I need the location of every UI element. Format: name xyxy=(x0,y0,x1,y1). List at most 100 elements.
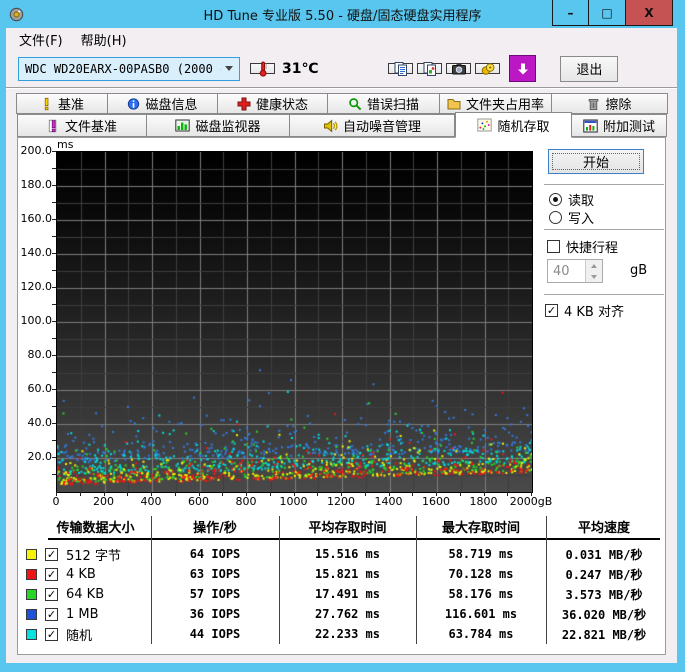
spinner-down-button[interactable] xyxy=(586,271,602,282)
thermometer-icon xyxy=(259,61,267,77)
series-checkbox[interactable]: ✓ xyxy=(45,587,58,601)
results-table-header: 传输数据大小 操作/秒 平均存取时间 最大存取时间 平均速度 xyxy=(24,514,666,538)
capacity-spinner[interactable]: 40 xyxy=(547,259,603,283)
y-axis-tick-label: 20.0 xyxy=(27,450,53,463)
max-access-cell: 70.128 ms xyxy=(448,567,514,581)
tab-label: 自动噪音管理 xyxy=(342,120,421,135)
x-axis-tick xyxy=(293,492,295,496)
menu-help[interactable]: 帮助(H) xyxy=(74,28,134,51)
short-stroke-checkbox[interactable] xyxy=(547,240,560,253)
column-header: 操作/秒 xyxy=(193,520,237,536)
x-axis-tick-label: 1200 xyxy=(327,495,355,508)
y-axis-tick-label: 160.0 xyxy=(20,212,53,225)
minimize-button[interactable]: – xyxy=(552,0,589,26)
header-underline xyxy=(48,538,660,540)
series-checkbox[interactable]: ✓ xyxy=(45,567,58,581)
avg-access-cell: 22.233 ms xyxy=(314,627,381,641)
close-button[interactable]: X xyxy=(626,0,673,26)
tab-label: 磁盘监视器 xyxy=(195,120,261,135)
error-scan-icon xyxy=(348,97,362,111)
drive-select[interactable]: WDC WD20EARX-00PASB0 (2000 gB) xyxy=(18,56,240,81)
results-table: 传输数据大小 操作/秒 平均存取时间 最大存取时间 平均速度 ✓ 512 字节 … xyxy=(24,514,666,644)
update-button[interactable] xyxy=(509,55,537,82)
tab-label: 随机存取 xyxy=(497,119,550,135)
random-access-icon xyxy=(477,118,493,132)
maximize-button[interactable]: □ xyxy=(589,0,626,26)
y-axis-tick-label: 180.0 xyxy=(20,178,53,191)
copy-image-icon xyxy=(423,61,436,76)
align-4kb-checkbox[interactable]: ✓ xyxy=(545,304,558,317)
x-axis-tick xyxy=(507,492,509,496)
spinner-up-button[interactable] xyxy=(586,260,602,271)
toolbar-buttons xyxy=(388,61,501,76)
chevron-down-icon xyxy=(225,66,233,71)
exit-button[interactable]: 退出 xyxy=(560,55,619,82)
max-access-cell: 58.176 ms xyxy=(448,587,514,601)
menu-file[interactable]: 文件(F) xyxy=(12,28,70,51)
tab-benchmark[interactable]: 基准 xyxy=(16,93,108,114)
title-bar: HD Tune 专业版 5.50 - 硬盘/固态硬盘实用程序 – □ X xyxy=(0,0,685,28)
x-axis-tick xyxy=(127,492,129,496)
series-checkbox[interactable]: ✓ xyxy=(45,627,58,641)
start-button[interactable]: 开始 xyxy=(548,149,644,174)
toolbar: WDC WD20EARX-00PASB0 (2000 gB) 31℃ 退出 xyxy=(6,50,677,87)
x-axis-tick xyxy=(79,492,81,496)
results-rows: ✓ 512 字节 64 IOPS 15.516 ms 58.719 ms 0.0… xyxy=(24,544,666,644)
iops-cell: 57 IOPS xyxy=(189,587,241,601)
tab-file-benchmark[interactable]: 文件基准 xyxy=(17,114,147,137)
tab-folder-usage[interactable]: 文件夹占用率 xyxy=(440,93,552,114)
tab-disk-monitor[interactable]: 磁盘监视器 xyxy=(147,114,290,137)
iops-cell: 36 IOPS xyxy=(189,607,241,621)
y-axis-tick xyxy=(52,185,56,186)
x-axis-tick xyxy=(222,492,224,496)
read-radio-label: 读取 xyxy=(568,194,595,209)
x-axis-tick xyxy=(364,492,366,496)
y-axis-tick xyxy=(52,389,56,390)
align-4kb-label: 4 KB 对齐 xyxy=(564,305,624,320)
iops-cell: 64 IOPS xyxy=(189,547,241,561)
separator xyxy=(544,294,664,296)
x-axis-tick-label: 600 xyxy=(188,495,209,508)
tab-label: 健康状态 xyxy=(255,98,308,113)
x-axis-tick xyxy=(151,492,152,496)
tab-error-scan[interactable]: 错误扫描 xyxy=(328,93,440,114)
x-axis-tick xyxy=(412,492,414,496)
temperature-button[interactable] xyxy=(250,61,275,77)
folder-usage-icon xyxy=(447,97,461,110)
tab-extra-tests[interactable]: 附加测试 xyxy=(572,114,667,137)
random-access-panel: ms 200.0 180.0 160.0 140.0 120.0 100.0 80.0 60.… xyxy=(17,137,666,655)
x-axis-tick xyxy=(269,492,271,496)
x-axis-tick xyxy=(56,492,57,496)
screenshot-button[interactable] xyxy=(446,63,472,74)
copy-text-icon xyxy=(394,61,407,76)
short-stroke-row: 快捷行程 xyxy=(547,237,618,256)
series-color-swatch xyxy=(26,568,37,580)
tab-random-access[interactable]: 随机存取 xyxy=(455,112,572,138)
x-axis-tick xyxy=(103,492,105,496)
tab-erase[interactable]: 擦除 xyxy=(552,93,668,114)
tab-disk-info[interactable]: 磁盘信息 xyxy=(108,93,218,114)
camera-icon xyxy=(451,63,466,74)
copy-text-button[interactable] xyxy=(388,61,414,76)
extra-tests-icon xyxy=(583,119,598,133)
series-checkbox[interactable]: ✓ xyxy=(45,547,58,561)
column-header: 平均速度 xyxy=(577,520,630,536)
x-axis-tick xyxy=(198,492,200,496)
read-radio-row: 读取 xyxy=(549,190,594,209)
iops-cell: 44 IOPS xyxy=(189,627,241,641)
y-axis-tick xyxy=(52,219,56,220)
tab-aam[interactable]: 自动噪音管理 xyxy=(290,114,455,137)
y-axis-tick xyxy=(52,440,56,441)
tab-health[interactable]: 健康状态 xyxy=(218,93,328,114)
copy-image-button[interactable] xyxy=(417,61,443,76)
x-axis-tick-label: 1600 xyxy=(422,495,450,508)
aam-settings-button[interactable] xyxy=(475,62,501,75)
separator xyxy=(544,184,664,186)
write-radio[interactable] xyxy=(549,211,562,224)
y-axis-tick-label: 60.0 xyxy=(27,382,53,395)
x-axis-tick xyxy=(246,492,247,496)
series-checkbox[interactable]: ✓ xyxy=(45,607,58,621)
x-axis-tick xyxy=(531,492,532,496)
read-radio[interactable] xyxy=(549,193,562,206)
y-axis-tick xyxy=(52,253,56,254)
